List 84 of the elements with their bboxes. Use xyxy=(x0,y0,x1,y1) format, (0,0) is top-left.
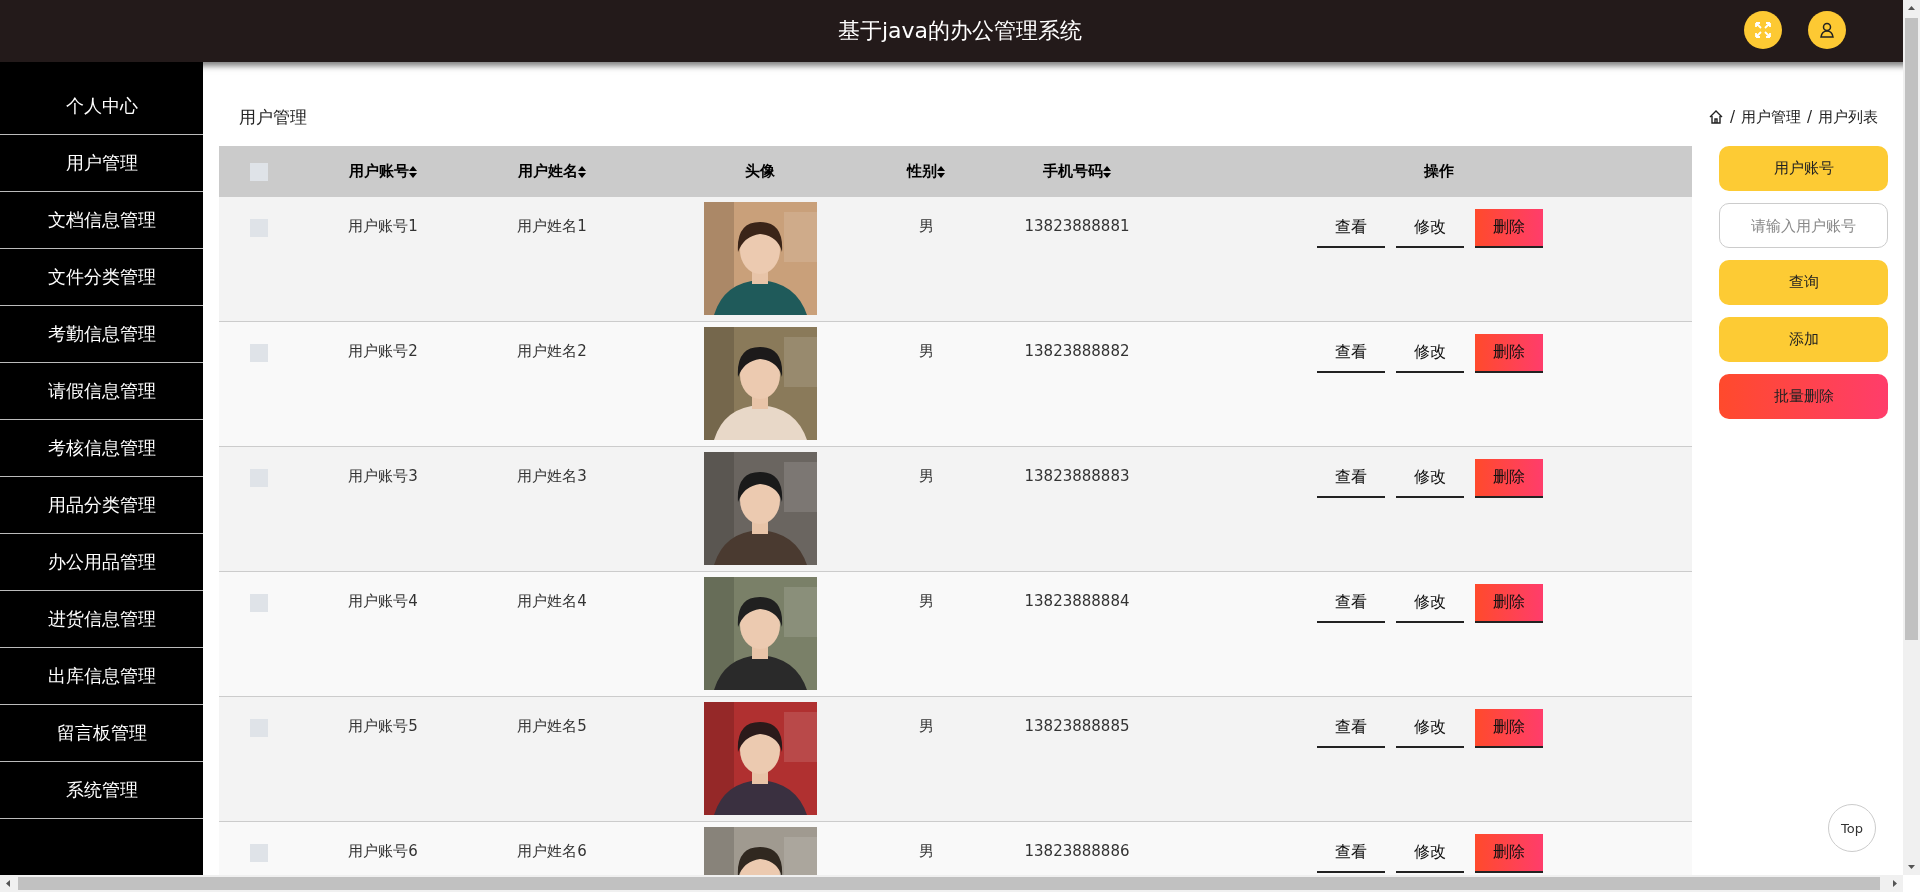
action-button[interactable]: 修改 xyxy=(1395,209,1464,248)
sort-icon[interactable] xyxy=(1103,165,1111,178)
checkbox[interactable] xyxy=(250,844,268,862)
delete-button[interactable]: 删除 xyxy=(1474,209,1543,248)
delete-button[interactable]: 删除 xyxy=(1474,334,1543,373)
column-header: 性别 xyxy=(907,162,937,181)
table-cell: 男 xyxy=(918,342,934,360)
table-cell: 用户账号3 xyxy=(348,467,418,485)
sidebar-item[interactable]: 文件分类管理 xyxy=(0,249,203,306)
sidebar-item[interactable]: 进货信息管理 xyxy=(0,591,203,648)
table-cell: 用户姓名5 xyxy=(517,717,587,735)
action-button[interactable]: 查看 xyxy=(1316,334,1385,373)
table-cell: 用户账号1 xyxy=(348,217,418,235)
action-button[interactable]: 修改 xyxy=(1395,834,1464,873)
sidebar-item[interactable]: 系统管理 xyxy=(0,762,203,819)
home-icon[interactable] xyxy=(1707,109,1724,125)
page-title: 用户管理 xyxy=(239,105,307,129)
table-cell: 13823888883 xyxy=(1024,467,1130,485)
sidebar-item[interactable]: 用品分类管理 xyxy=(0,477,203,534)
table-cell: 用户账号4 xyxy=(348,592,418,610)
table-cell: 13823888881 xyxy=(1024,217,1130,235)
app-title: 基于java的办公管理系统 xyxy=(837,17,1083,45)
action-button[interactable]: 查询 xyxy=(1719,260,1888,305)
delete-button[interactable]: 删除 xyxy=(1474,709,1543,748)
table-cell: 13823888886 xyxy=(1024,842,1130,860)
sort-icon[interactable] xyxy=(578,165,586,178)
table-cell: 用户姓名4 xyxy=(517,592,587,610)
checkbox[interactable] xyxy=(250,162,268,181)
batch-delete-button[interactable]: 批量删除 xyxy=(1719,374,1888,419)
user-icon[interactable] xyxy=(1808,11,1846,49)
sidebar-item[interactable]: 留言板管理 xyxy=(0,705,203,762)
sort-icon[interactable] xyxy=(409,165,417,178)
table-cell: 男 xyxy=(918,717,934,735)
action-button[interactable]: 添加 xyxy=(1719,317,1888,362)
delete-button[interactable]: 删除 xyxy=(1474,459,1543,498)
search-field[interactable]: 请输入用户账号 xyxy=(1719,203,1888,248)
sidebar-item[interactable]: 文档信息管理 xyxy=(0,192,203,249)
action-button[interactable]: 修改 xyxy=(1395,459,1464,498)
action-button[interactable]: 查看 xyxy=(1316,709,1385,748)
sidebar-item[interactable]: 考核信息管理 xyxy=(0,420,203,477)
table-cell: 13823888882 xyxy=(1024,342,1130,360)
table-cell: 男 xyxy=(918,467,934,485)
table-cell: 用户账号2 xyxy=(348,342,418,360)
action-button[interactable]: 修改 xyxy=(1395,709,1464,748)
sidebar-item[interactable]: 个人中心 xyxy=(0,78,203,135)
table-cell: 用户姓名3 xyxy=(517,467,587,485)
table-cell: 用户姓名6 xyxy=(517,842,587,860)
checkbox[interactable] xyxy=(250,344,268,362)
table-cell: 用户账号5 xyxy=(348,717,418,735)
table-cell: 用户姓名2 xyxy=(517,342,587,360)
table-cell: 13823888884 xyxy=(1024,592,1130,610)
breadcrumb-separator: / xyxy=(1729,108,1735,126)
sidebar-item[interactable]: 考勤信息管理 xyxy=(0,306,203,363)
column-header: 用户姓名 xyxy=(518,162,578,181)
checkbox[interactable] xyxy=(250,594,268,612)
table-cell: 男 xyxy=(918,217,934,235)
sidebar-item[interactable]: 出库信息管理 xyxy=(0,648,203,705)
column-header: 操作 xyxy=(1423,162,1454,181)
field-label-button[interactable]: 用户账号 xyxy=(1719,146,1888,191)
table-cell: 用户姓名1 xyxy=(517,217,587,235)
breadcrumb-link[interactable]: 用户管理 xyxy=(1740,107,1801,127)
action-button[interactable]: 修改 xyxy=(1395,334,1464,373)
action-button[interactable]: 查看 xyxy=(1316,209,1385,248)
table-cell: 用户账号6 xyxy=(348,842,418,860)
column-header: 头像 xyxy=(745,162,775,181)
table-cell: 男 xyxy=(918,592,934,610)
action-button[interactable]: 查看 xyxy=(1316,459,1385,498)
breadcrumb-separator: / xyxy=(1806,108,1812,126)
action-button[interactable]: 修改 xyxy=(1395,584,1464,623)
table-cell: 男 xyxy=(918,842,934,860)
column-header: 手机号码 xyxy=(1043,162,1103,181)
delete-button[interactable]: 删除 xyxy=(1474,834,1543,873)
delete-button[interactable]: 删除 xyxy=(1474,584,1543,623)
action-button[interactable]: 查看 xyxy=(1316,584,1385,623)
sidebar-item[interactable]: 办公用品管理 xyxy=(0,534,203,591)
table-cell: 13823888885 xyxy=(1024,717,1130,735)
fullscreen-icon[interactable] xyxy=(1744,11,1782,49)
sidebar-item[interactable]: 用户管理 xyxy=(0,135,203,192)
sort-icon[interactable] xyxy=(937,165,945,178)
sidebar-item[interactable]: 请假信息管理 xyxy=(0,363,203,420)
back-to-top-button[interactable]: Top xyxy=(1828,804,1876,852)
breadcrumb-link[interactable]: 用户列表 xyxy=(1818,107,1878,127)
column-header: 用户账号 xyxy=(349,162,409,181)
action-button[interactable]: 查看 xyxy=(1316,834,1385,873)
